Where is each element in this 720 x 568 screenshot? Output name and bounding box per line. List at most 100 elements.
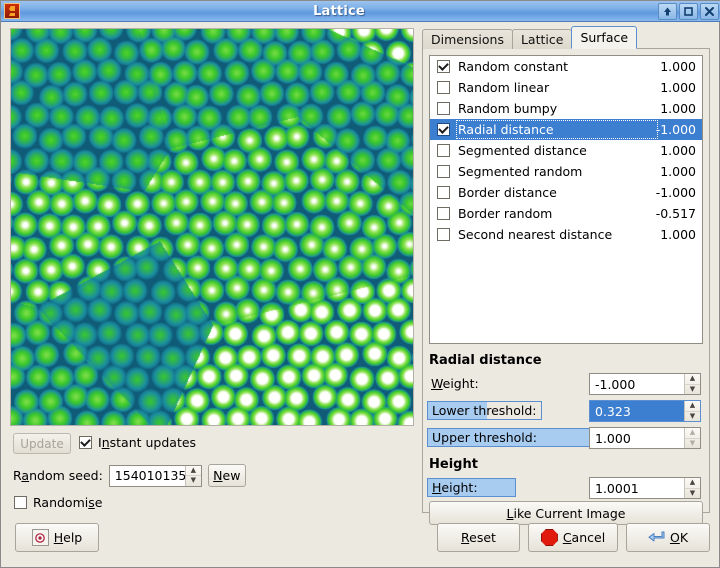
surface-list-row[interactable]: Second nearest distance 1.000 — [430, 224, 702, 245]
surface-item-label: Random constant — [458, 59, 569, 74]
reset-button-label: Reset — [461, 530, 496, 545]
height-label[interactable]: Height: — [427, 478, 516, 497]
random-seed-row: Random seed: 1540101350 ▲▼ New — [13, 464, 246, 487]
help-button[interactable]: Help — [15, 523, 99, 552]
upper-threshold-label[interactable]: Upper threshold: — [427, 428, 599, 447]
lattice-dialog: Lattice Update Instant updates Random se… — [0, 0, 720, 568]
title-bar[interactable]: Lattice — [1, 1, 720, 22]
close-button[interactable] — [700, 2, 719, 20]
tab-surface[interactable]: Surface — [571, 26, 638, 49]
weight-stepper[interactable]: ▲ ▼ — [684, 374, 700, 394]
lower-threshold-value[interactable]: 0.323 — [590, 401, 684, 421]
tab-lattice[interactable]: Lattice — [511, 29, 573, 49]
surface-list-row[interactable]: Border distance -1.000 — [430, 182, 702, 203]
lower-threshold-stepper[interactable]: ▲ ▼ — [684, 401, 700, 421]
help-book-icon — [31, 529, 49, 546]
surface-list-row[interactable]: Segmented distance 1.000 — [430, 140, 702, 161]
enter-arrow-icon — [648, 531, 665, 545]
surface-tab-panel: Random constant 1.000 Random linear 1.000 Ra… — [422, 48, 710, 525]
height-spinner[interactable]: 1.0001 ▲ ▼ — [589, 477, 701, 499]
upper-threshold-value[interactable]: 1.000 — [590, 428, 684, 448]
random-seed-label: Random seed: — [13, 468, 103, 483]
surface-item-value: 1.000 — [660, 164, 696, 179]
tab-surface-label: Surface — [580, 30, 629, 45]
surface-item-checkbox[interactable] — [437, 144, 450, 157]
surface-item-checkbox[interactable] — [437, 186, 450, 199]
maximize-button[interactable] — [679, 2, 698, 20]
window-title: Lattice — [313, 3, 365, 19]
lower-threshold-spinner[interactable]: 0.323 ▲ ▼ — [589, 400, 701, 422]
surface-item-value: 1.000 — [660, 59, 696, 74]
random-seed-stepper[interactable]: ▲ ▼ — [184, 465, 201, 486]
surface-item-checkbox[interactable] — [437, 207, 450, 220]
height-stepper[interactable]: ▲ ▼ — [684, 478, 700, 498]
randomise-label: Randomise — [33, 495, 103, 510]
upper-threshold-stepper[interactable]: ▲ ▼ — [684, 428, 700, 448]
upper-threshold-spinner[interactable]: 1.000 ▲ ▼ — [589, 427, 701, 449]
surface-item-value: -1.000 — [655, 122, 696, 137]
surface-list-row[interactable]: Random bumpy 1.000 — [430, 98, 702, 119]
like-current-image-button[interactable]: Like Current Image — [429, 501, 703, 525]
settings-notebook: Dimensions Lattice Surface Random consta… — [422, 26, 710, 525]
surface-item-label: Border distance — [458, 185, 557, 200]
height-value[interactable]: 1.0001 — [590, 478, 684, 498]
surface-item-label: Second nearest distance — [458, 227, 613, 242]
surface-item-value: -1.000 — [655, 185, 696, 200]
surface-list-row[interactable]: Radial distance -1.000 — [430, 119, 702, 140]
preview-frame — [10, 28, 414, 426]
surface-list-row[interactable]: Random constant 1.000 — [430, 56, 702, 77]
surface-list-row[interactable]: Border random -0.517 — [430, 203, 702, 224]
surface-item-label: Segmented distance — [458, 143, 587, 158]
surface-item-label: Random linear — [458, 80, 550, 95]
reset-button[interactable]: Reset — [437, 523, 520, 552]
surface-item-checkbox[interactable] — [437, 165, 450, 178]
surface-item-label: Radial distance — [456, 120, 658, 139]
lattice-preview-image — [11, 29, 413, 425]
instant-updates-label: Instant updates — [98, 435, 197, 450]
surface-list-row[interactable]: Segmented random 1.000 — [430, 161, 702, 182]
surface-item-value: 1.000 — [660, 227, 696, 242]
surface-item-checkbox[interactable] — [437, 102, 450, 115]
surface-item-label: Random bumpy — [458, 101, 558, 116]
like-current-image-label: Like Current Image — [506, 505, 626, 521]
stop-octagon-icon — [540, 529, 558, 546]
tab-dimensions[interactable]: Dimensions — [422, 29, 513, 49]
tab-lattice-label: Lattice — [520, 32, 564, 47]
ok-button-label: OK — [669, 530, 689, 545]
shade-button[interactable] — [658, 2, 677, 20]
cancel-button-label: Cancel — [562, 530, 606, 545]
surface-item-checkbox[interactable] — [437, 81, 450, 94]
random-seed-value[interactable]: 1540101350 — [110, 466, 185, 486]
surface-item-label: Segmented random — [458, 164, 583, 179]
cancel-button[interactable]: Cancel — [528, 523, 618, 552]
instant-updates-checkbox[interactable] — [79, 436, 92, 449]
new-seed-button-label: New — [213, 468, 241, 483]
new-seed-button[interactable]: New — [207, 464, 246, 487]
tab-dimensions-label: Dimensions — [431, 32, 504, 47]
surface-item-checkbox[interactable] — [437, 60, 450, 73]
weight-label: Weight: — [431, 376, 479, 391]
height-section-title: Height — [429, 457, 478, 472]
update-button[interactable]: Update — [13, 433, 71, 454]
surface-item-value: 1.000 — [660, 101, 696, 116]
instant-updates-row[interactable]: Instant updates — [79, 435, 196, 450]
surface-item-value: 1.000 — [660, 80, 696, 95]
surface-item-label: Border random — [458, 206, 553, 221]
randomise-checkbox[interactable] — [14, 496, 27, 509]
surface-feature-list[interactable]: Random constant 1.000 Random linear 1.000 Ra… — [429, 55, 703, 344]
ok-button[interactable]: OK — [626, 523, 710, 552]
weight-value[interactable]: -1.000 — [590, 374, 684, 394]
surface-params-title: Radial distance — [429, 353, 542, 368]
gwyddion-app-icon[interactable] — [4, 3, 20, 19]
surface-item-checkbox[interactable] — [437, 123, 450, 136]
surface-item-checkbox[interactable] — [437, 228, 450, 241]
tab-strip: Dimensions Lattice Surface — [422, 26, 710, 49]
surface-item-value: 1.000 — [660, 143, 696, 158]
surface-item-value: -0.517 — [655, 206, 696, 221]
lower-threshold-label[interactable]: Lower threshold: — [427, 401, 542, 420]
surface-list-row[interactable]: Random linear 1.000 — [430, 77, 702, 98]
random-seed-spinner[interactable]: 1540101350 ▲▼ — [108, 464, 202, 487]
weight-spinner[interactable]: -1.000 ▲ ▼ — [589, 373, 701, 395]
randomise-row[interactable]: Randomise — [14, 495, 102, 510]
update-button-label: Update — [20, 436, 64, 451]
